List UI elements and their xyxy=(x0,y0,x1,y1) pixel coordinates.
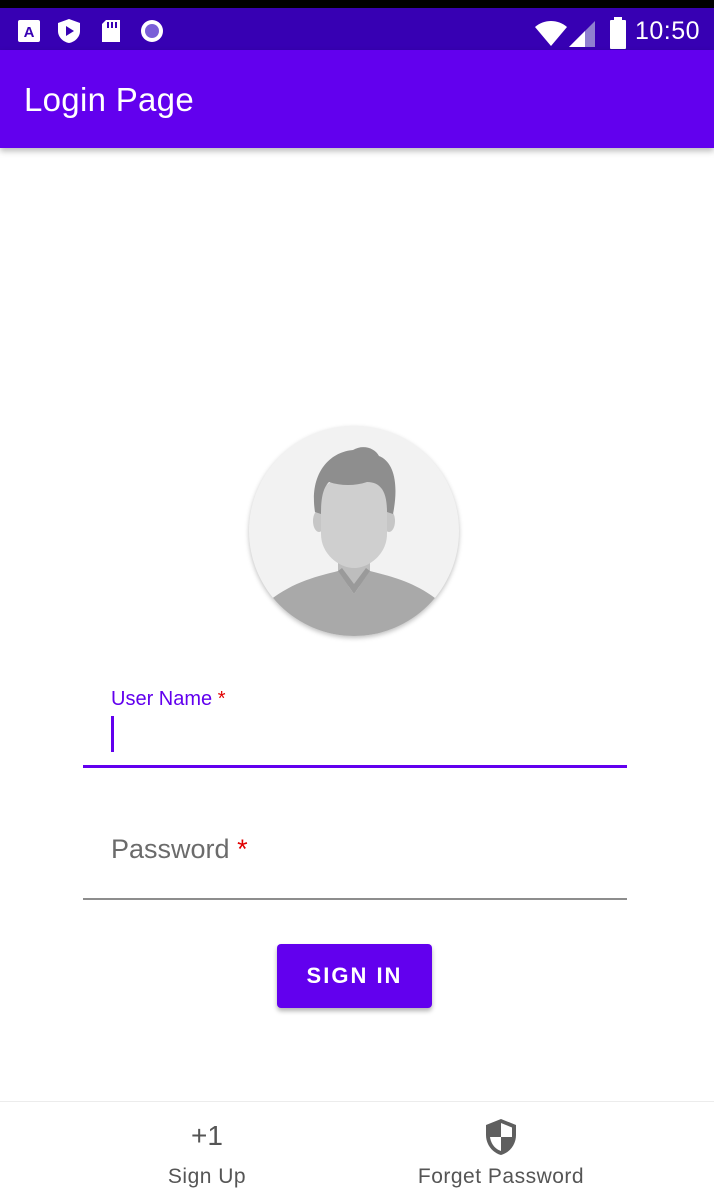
avatar xyxy=(249,426,459,636)
sd-card-icon xyxy=(102,20,120,42)
status-time: 10:50 xyxy=(634,17,700,45)
nav-item-sign-up[interactable]: +1 Sign Up xyxy=(147,1102,267,1195)
keyboard-a-icon: A xyxy=(18,20,40,42)
battery-icon xyxy=(610,17,626,49)
page-title: Login Page xyxy=(24,81,194,118)
plus-one-icon: +1 xyxy=(191,1120,223,1151)
username-field[interactable]: User Name * xyxy=(83,688,627,768)
svg-text:A: A xyxy=(24,24,35,41)
nav-item-forget-password[interactable]: Forget Password xyxy=(401,1102,601,1195)
play-shield-icon xyxy=(58,19,80,43)
app-bar: Login Page xyxy=(0,50,714,148)
nav-label-sign-up: Sign Up xyxy=(167,1165,247,1188)
wifi-icon xyxy=(535,21,567,46)
username-underline xyxy=(83,765,627,768)
username-label-text: User Name xyxy=(111,688,213,710)
password-label: Password * xyxy=(111,834,248,865)
person-placeholder-icon xyxy=(269,447,439,636)
password-label-text: Password xyxy=(111,834,230,864)
text-cursor xyxy=(111,716,114,752)
record-circle-icon xyxy=(141,20,163,42)
password-field[interactable]: Password * xyxy=(83,834,627,900)
username-label: User Name * xyxy=(111,688,226,711)
signal-icon xyxy=(569,21,595,47)
required-marker: * xyxy=(237,834,248,864)
shield-icon xyxy=(486,1119,516,1155)
password-underline xyxy=(83,898,627,900)
required-marker: * xyxy=(217,688,226,710)
nav-label-forget-password: Forget Password xyxy=(417,1165,585,1188)
sign-in-button[interactable]: SIGN IN xyxy=(277,944,432,1008)
status-bar: A 10:50 xyxy=(0,0,714,50)
bottom-navigation: +1 Sign Up Forget Password xyxy=(0,1101,714,1195)
